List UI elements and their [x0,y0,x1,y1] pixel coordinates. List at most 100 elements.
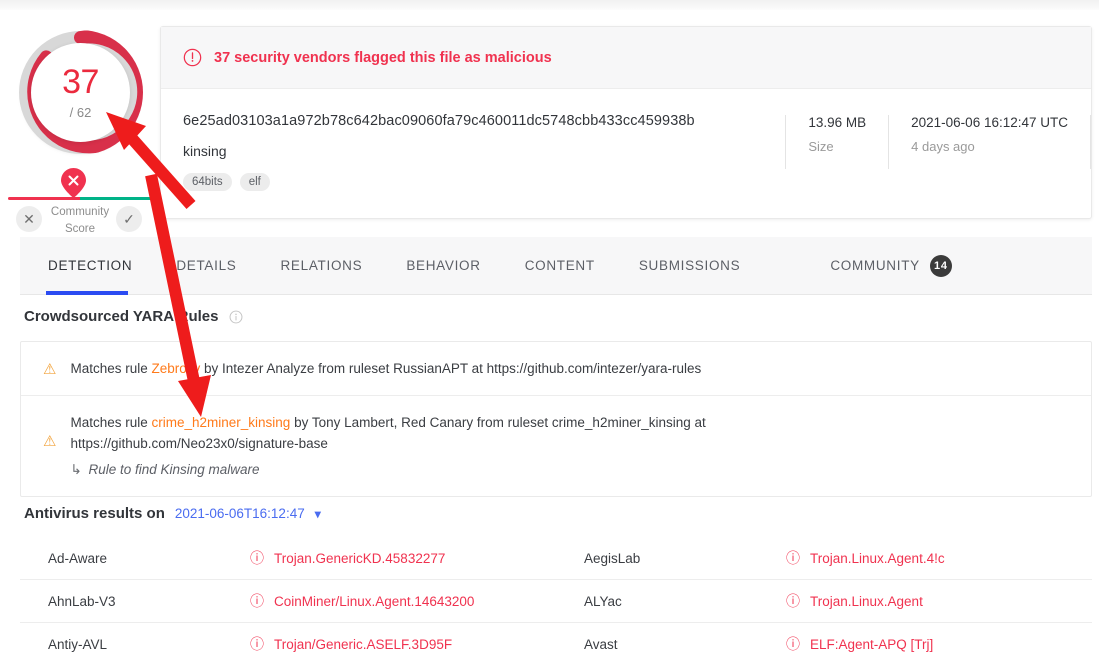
community-score-label: Community Score [40,204,120,238]
detection-result-text[interactable]: Trojan.GenericKD.45832277 [274,551,445,566]
tab-community[interactable]: COMMUNITY 14 [808,237,974,295]
main-tab-bar: DETECTION DETAILS RELATIONS BEHAVIOR CON… [20,237,1092,295]
file-name: kinsing [183,143,785,159]
vendor-name: Avast [556,637,786,652]
yara-rule-description: Rule to find Kinsing malware [70,459,770,480]
yara-rule-prefix: Matches rule [70,361,151,376]
score-bar-positive [80,197,152,200]
yara-rule-suffix: by Intezer Analyze from ruleset RussianA… [200,361,701,376]
yara-rule-name[interactable]: Zebrocy [152,361,201,376]
exclamation-circle-icon [183,48,202,67]
tab-label: RELATIONS [280,258,362,273]
file-tag[interactable]: 64bits [183,173,232,191]
yara-rule-name[interactable]: crime_h2miner_kinsing [152,415,291,430]
tab-label: CONTENT [525,258,595,273]
antivirus-results-table: Ad-Aware ⓘ Trojan.GenericKD.45832277 Aeg… [20,537,1092,662]
antivirus-section-title: Antivirus results on 2021-06-06T16:12:47… [24,505,321,522]
metadata-end-divider [1090,115,1091,169]
community-score-widget[interactable]: ✕ Community Score ✓ [0,168,160,230]
yara-section-title: Crowdsourced YARA Rules [24,308,243,325]
yara-rule-zebrocy: ⚠ Matches rule Zebrocy by Intezer Analyz… [21,342,1091,395]
table-row: Ad-Aware ⓘ Trojan.GenericKD.45832277 Aeg… [20,537,1092,580]
detection-result: ⓘ Trojan.GenericKD.45832277 [250,548,445,568]
community-count-badge: 14 [930,255,952,277]
file-tags: 64bits elf [183,173,785,191]
tab-label: BEHAVIOR [406,258,480,273]
tab-content[interactable]: CONTENT [503,237,617,295]
warning-triangle-icon: ⚠ [43,358,56,379]
tab-label: DETECTION [48,258,132,273]
tab-relations[interactable]: RELATIONS [258,237,384,295]
vendor-name: AhnLab-V3 [20,594,250,609]
table-cell-group: ALYac ⓘ Trojan.Linux.Agent [556,580,1092,622]
file-size-value: 13.96 MB [808,115,866,130]
detection-score-column: 37 / 62 ✕ Community Score ✓ [0,18,160,228]
detection-result-text[interactable]: Trojan/Generic.ASELF.3D95F [274,637,452,652]
yara-title-text: Crowdsourced YARA Rules [24,308,219,325]
detection-result: ⓘ CoinMiner/Linux.Agent.14643200 [250,591,474,611]
detection-score-value: 37 [62,65,99,99]
top-strip [0,0,1099,10]
table-cell-group: Avast ⓘ ELF:Agent-APQ [Trj] [556,623,1092,662]
table-cell-group: Antiy-AVL ⓘ Trojan/Generic.ASELF.3D95F [20,623,556,662]
detection-result: ⓘ Trojan.Linux.Agent.4!c [786,548,945,568]
antivirus-scan-date[interactable]: 2021-06-06T16:12:47 [175,506,305,521]
donut-center: 37 / 62 [31,43,130,142]
warning-triangle-icon: ⚠ [43,412,56,480]
detection-score-circle[interactable]: 37 / 62 [18,30,143,155]
detection-result: ⓘ ELF:Agent-APQ [Trj] [786,634,933,654]
tab-label: SUBMISSIONS [639,258,740,273]
vendor-name: Antiy-AVL [20,637,250,652]
tab-label: DETAILS [176,258,236,273]
tab-submissions[interactable]: SUBMISSIONS [617,237,762,295]
yara-rules-card: ⚠ Matches rule Zebrocy by Intezer Analyz… [20,341,1092,497]
file-size-cell: 13.96 MB Size [785,115,888,169]
detection-score-total: / 62 [70,105,92,120]
exclamation-circle-icon: ⓘ [250,591,264,611]
file-date-relative: 4 days ago [911,139,1068,154]
file-date-cell: 2021-06-06 16:12:47 UTC 4 days ago [888,115,1090,169]
file-date-value: 2021-06-06 16:12:47 UTC [911,115,1068,130]
detection-result-text[interactable]: ELF:Agent-APQ [Trj] [810,637,933,652]
exclamation-circle-icon: ⓘ [786,548,800,568]
file-tag[interactable]: elf [240,173,270,191]
yara-rule-prefix: Matches rule [70,415,151,430]
community-score-label-line2: Score [65,223,95,235]
malicious-alert-text: 37 security vendors flagged this file as… [214,50,552,66]
score-bar-negative [8,197,80,200]
vendor-name: AegisLab [556,551,786,566]
tab-behavior[interactable]: BEHAVIOR [384,237,502,295]
detection-result-text[interactable]: CoinMiner/Linux.Agent.14643200 [274,594,474,609]
detection-result: ⓘ Trojan.Linux.Agent [786,591,923,611]
exclamation-circle-icon: ⓘ [786,591,800,611]
file-metadata: 13.96 MB Size 2021-06-06 16:12:47 UTC 4 … [785,113,1091,219]
community-score-label-line1: Community [51,206,109,218]
tab-details[interactable]: DETAILS [154,237,258,295]
table-cell-group: AegisLab ⓘ Trojan.Linux.Agent.4!c [556,537,1092,579]
yara-rule-text: Matches rule Zebrocy by Intezer Analyze … [70,358,701,379]
malicious-alert-banner: 37 security vendors flagged this file as… [161,27,1091,89]
file-identity: 6e25ad03103a1a972b78c642bac09060fa79c460… [161,113,785,219]
yara-rule-crime-h2miner-kinsing: ⚠ Matches rule crime_h2miner_kinsing by … [21,395,1091,496]
x-pin-icon [61,168,86,198]
detection-result-text[interactable]: Trojan.Linux.Agent [810,594,923,609]
info-icon[interactable] [229,310,243,324]
page-root: 37 / 62 ✕ Community Score ✓ [0,0,1099,662]
tab-detection[interactable]: DETECTION [20,237,154,295]
vendor-name: ALYac [556,594,786,609]
detection-result-text[interactable]: Trojan.Linux.Agent.4!c [810,551,945,566]
table-row: AhnLab-V3 ⓘ CoinMiner/Linux.Agent.146432… [20,580,1092,623]
vote-down-button[interactable]: ✕ [16,206,42,232]
table-cell-group: AhnLab-V3 ⓘ CoinMiner/Linux.Agent.146432… [20,580,556,622]
table-row: Antiy-AVL ⓘ Trojan/Generic.ASELF.3D95F A… [20,623,1092,662]
chevron-down-icon[interactable]: ▾ [315,507,321,521]
file-hash: 6e25ad03103a1a972b78c642bac09060fa79c460… [183,113,785,129]
community-score-bar [8,197,152,200]
vendor-name: Ad-Aware [20,551,250,566]
file-summary-card: 37 security vendors flagged this file as… [160,26,1092,219]
tab-label: COMMUNITY [830,258,920,273]
exclamation-circle-icon: ⓘ [786,634,800,654]
exclamation-circle-icon: ⓘ [250,548,264,568]
table-cell-group: Ad-Aware ⓘ Trojan.GenericKD.45832277 [20,537,556,579]
vote-up-button[interactable]: ✓ [116,206,142,232]
